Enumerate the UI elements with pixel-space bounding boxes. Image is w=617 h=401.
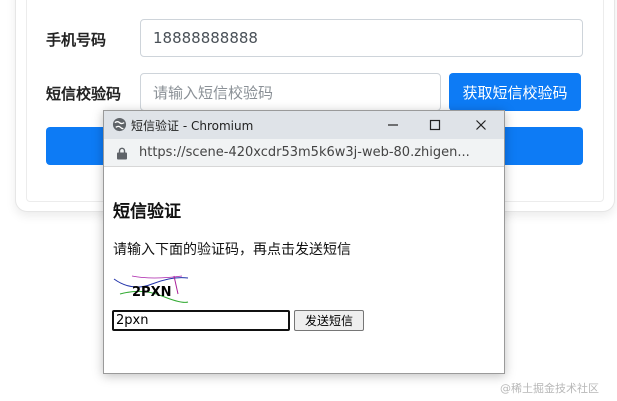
globe-icon bbox=[112, 117, 127, 132]
get-sms-code-button[interactable]: 获取短信校验码 bbox=[449, 73, 581, 111]
sms-code-input[interactable]: 请输入短信校验码 bbox=[140, 73, 441, 111]
lock-icon bbox=[117, 147, 127, 160]
popup-titlebar[interactable]: 短信验证 - Chromium bbox=[104, 111, 504, 139]
captcha-text: 2PXN bbox=[132, 285, 171, 300]
captcha-input[interactable]: 2pxn bbox=[112, 310, 290, 331]
popup-instruction: 请输入下面的验证码，再点击发送短信 bbox=[113, 242, 351, 258]
address-bar[interactable]: https://scene-420xcdr53m5k6w3j-web-80.zh… bbox=[104, 139, 504, 167]
popup-title: 短信验证 - Chromium bbox=[131, 119, 254, 133]
sms-code-label: 短信校验码 bbox=[46, 85, 122, 103]
captcha-image: 2PXN bbox=[113, 275, 189, 303]
url-text[interactable]: https://scene-420xcdr53m5k6w3j-web-80.zh… bbox=[139, 145, 489, 160]
popup-window: 短信验证 - Chromium https://scene-420xcdr53m… bbox=[103, 110, 505, 374]
close-icon[interactable] bbox=[470, 115, 492, 135]
phone-label: 手机号码 bbox=[46, 31, 107, 49]
send-sms-button[interactable]: 发送短信 bbox=[294, 310, 364, 331]
watermark: @稀土掘金技术社区 bbox=[500, 382, 599, 395]
phone-input[interactable]: 18888888888 bbox=[140, 19, 583, 57]
maximize-icon[interactable] bbox=[424, 115, 446, 135]
minimize-icon[interactable] bbox=[382, 115, 404, 135]
popup-heading: 短信验证 bbox=[113, 202, 181, 222]
